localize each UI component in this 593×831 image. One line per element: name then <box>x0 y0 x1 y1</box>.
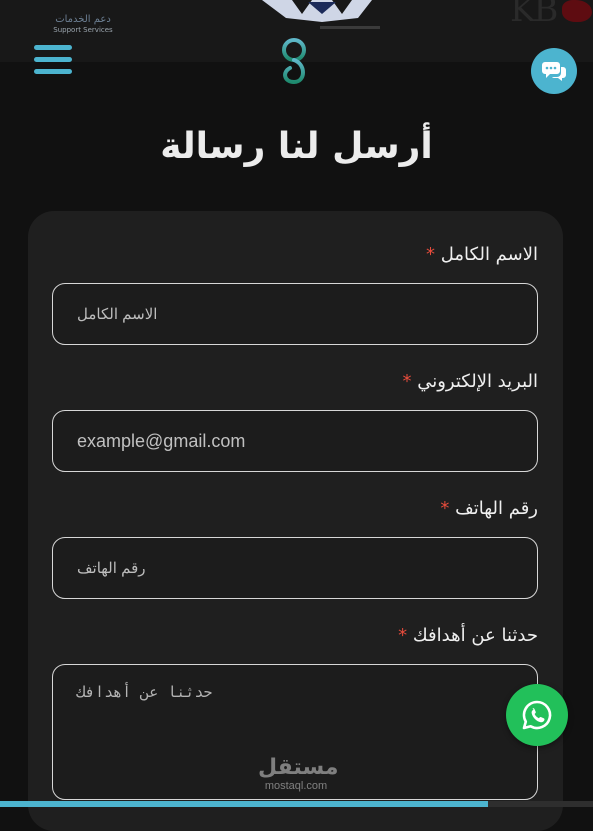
kb-logo-text: KB <box>510 0 558 30</box>
menu-button[interactable] <box>34 45 72 77</box>
chat-bubbles-icon <box>542 62 566 81</box>
brand-logo-icon[interactable] <box>278 36 312 88</box>
phone-input[interactable] <box>52 537 538 599</box>
whatsapp-button[interactable] <box>506 684 568 746</box>
support-services-logo-arabic: دعم الخدمات <box>55 14 111 25</box>
full-name-label-text: الاسم الكامل <box>440 244 538 265</box>
goals-label-text: حدثنا عن أهدافك <box>412 625 538 646</box>
crest-logo <box>262 0 380 29</box>
whatsapp-icon <box>522 700 552 730</box>
phone-label: رقم الهاتف * <box>440 498 538 519</box>
watermark-english: mostaql.com <box>264 780 328 792</box>
required-marker: * <box>426 244 436 265</box>
required-marker: * <box>402 371 412 392</box>
email-label: البريد الإلكتروني * <box>402 371 538 392</box>
hamburger-icon <box>34 45 72 50</box>
email-label-text: البريد الإلكتروني <box>417 371 538 392</box>
kb-logo-splat <box>562 0 592 22</box>
email-input[interactable] <box>52 410 538 472</box>
phone-label-text: رقم الهاتف <box>455 498 538 519</box>
scrollbar-thumb[interactable] <box>488 801 593 807</box>
required-marker: * <box>398 625 408 646</box>
kb-logo: KB <box>510 0 592 30</box>
chat-button[interactable] <box>531 48 577 94</box>
mostaql-watermark: مستقل mostaql.com <box>258 755 339 793</box>
full-name-input[interactable] <box>52 283 538 345</box>
support-services-logo-english: Support Services <box>53 26 113 34</box>
support-services-logo: دعم الخدمات Support Services <box>50 14 116 40</box>
partner-logos-strip: دعم الخدمات Support Services KB <box>0 0 593 40</box>
required-marker: * <box>440 498 450 519</box>
page-title: أرسل لنا رسالة <box>160 126 433 167</box>
goals-label: حدثنا عن أهدافك * <box>398 625 538 646</box>
horizontal-scrollbar[interactable] <box>0 801 593 807</box>
full-name-label: الاسم الكامل * <box>426 244 538 265</box>
watermark-arabic: مستقل <box>258 755 339 780</box>
